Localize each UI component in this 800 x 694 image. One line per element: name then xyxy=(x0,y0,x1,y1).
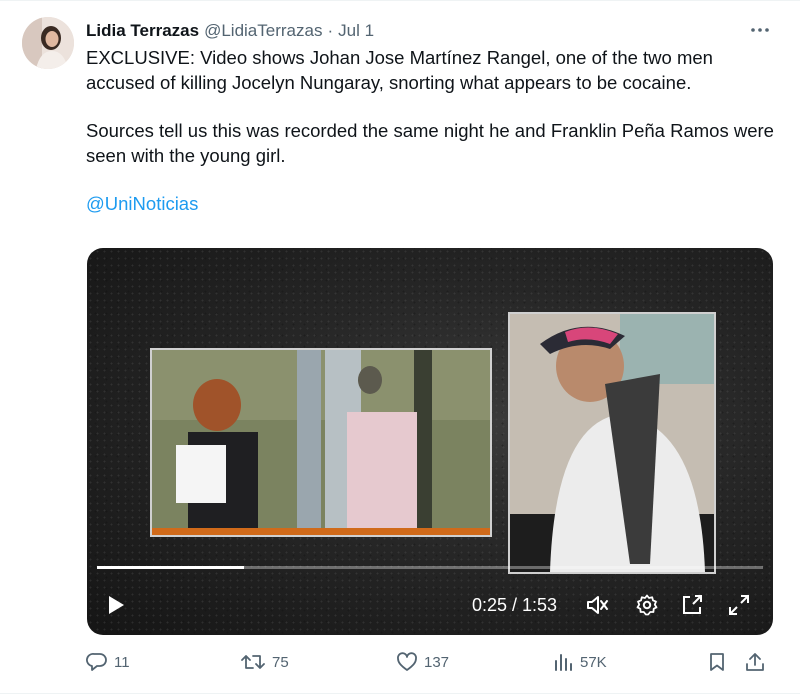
video-progress-fill xyxy=(97,566,244,569)
views-button[interactable]: 57K xyxy=(552,651,607,673)
video-frame-left xyxy=(150,348,492,537)
avatar[interactable] xyxy=(22,17,74,69)
picture-in-picture-icon[interactable] xyxy=(680,593,706,617)
bookmark-icon xyxy=(710,653,724,671)
reply-button[interactable]: 11 xyxy=(86,651,130,673)
volume-muted-icon[interactable] xyxy=(585,593,611,617)
video-time: 0:25 / 1:53 xyxy=(472,595,558,615)
more-horizontal-icon[interactable] xyxy=(750,19,770,35)
tweet-date[interactable]: Jul 1 xyxy=(338,21,374,41)
share-icon xyxy=(746,653,764,671)
video-player[interactable]: 0:25 / 1:53 xyxy=(87,248,773,635)
views-count: 57K xyxy=(580,653,607,671)
fullscreen-icon[interactable] xyxy=(727,593,751,617)
tweet-actions: 11 75 137 57K xyxy=(86,651,776,681)
tweet-paragraph-2: Sources tell us this was recorded the sa… xyxy=(86,120,774,166)
separator-dot: · xyxy=(327,21,334,40)
video-frame-right xyxy=(508,312,716,574)
mention-link[interactable]: @UniNoticias xyxy=(86,192,776,217)
play-icon[interactable] xyxy=(103,593,127,617)
tweet-header: Lidia Terrazas @LidiaTerrazas · Jul 1 xyxy=(86,19,760,43)
tweet-text: EXCLUSIVE: Video shows Johan Jose Martín… xyxy=(86,46,776,217)
video-progress-bar[interactable] xyxy=(97,566,763,569)
settings-icon[interactable] xyxy=(635,593,659,617)
tweet-paragraph-1: EXCLUSIVE: Video shows Johan Jose Martín… xyxy=(86,47,713,93)
retweet-count: 75 xyxy=(272,653,289,671)
reply-icon xyxy=(86,653,107,671)
author-name[interactable]: Lidia Terrazas xyxy=(86,21,199,41)
reply-count: 11 xyxy=(114,653,130,671)
retweet-icon xyxy=(241,655,265,669)
like-button[interactable]: 137 xyxy=(396,651,449,673)
tweet[interactable]: Lidia Terrazas @LidiaTerrazas · Jul 1 EX… xyxy=(0,0,800,694)
author-handle[interactable]: @LidiaTerrazas xyxy=(204,21,322,41)
bookmark-button[interactable] xyxy=(706,651,734,673)
retweet-button[interactable]: 75 xyxy=(240,651,289,673)
like-count: 137 xyxy=(424,653,450,671)
share-button[interactable] xyxy=(744,651,772,673)
heart-icon xyxy=(397,652,417,671)
analytics-icon xyxy=(555,654,572,671)
